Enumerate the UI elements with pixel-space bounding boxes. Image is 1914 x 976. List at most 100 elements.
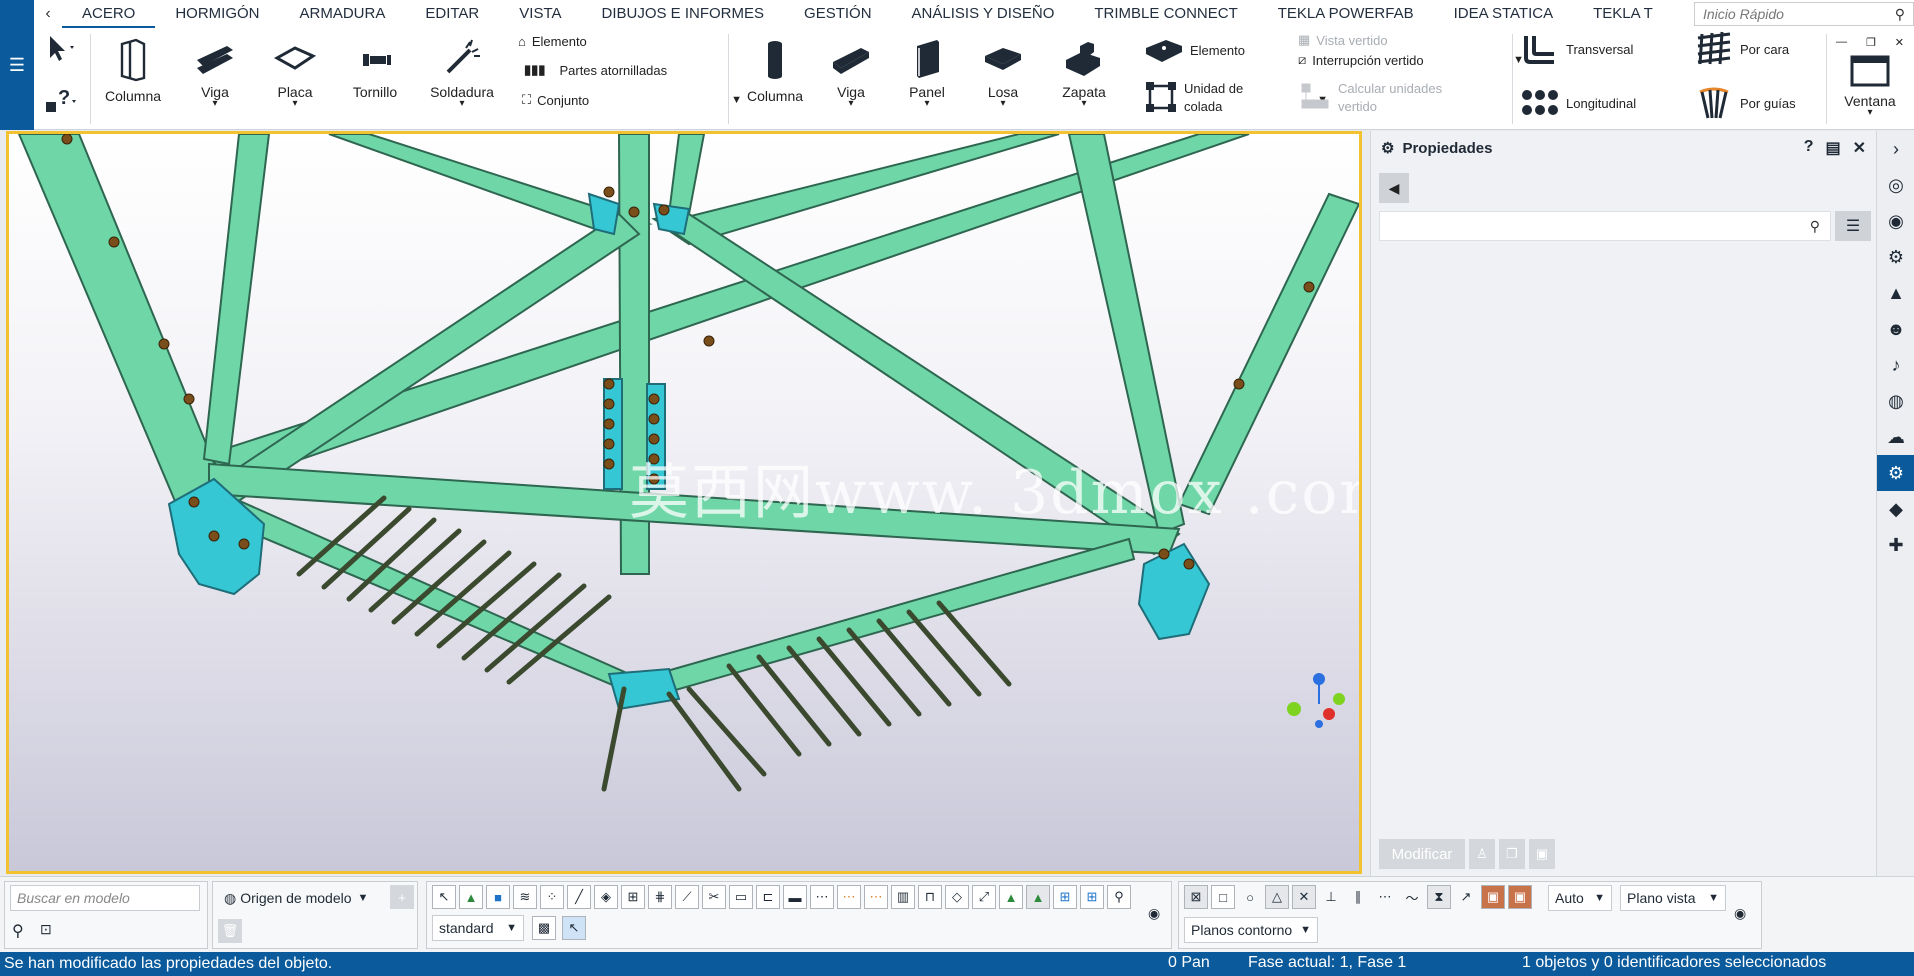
tab-trimble-connect[interactable]: TRIMBLE CONNECT — [1074, 0, 1257, 28]
app-menu-button[interactable]: ☰ — [0, 0, 34, 130]
rebar-by-guides-button[interactable]: Por guías — [1694, 84, 1796, 122]
model-view-3d[interactable]: 莫西网www. 3dmox .com — [6, 131, 1362, 874]
tab-dibujos[interactable]: DIBUJOS E INFORMES — [582, 0, 785, 28]
users-icon[interactable]: ☻ — [1877, 311, 1914, 347]
bolt-button[interactable]: Tornillo — [340, 38, 410, 100]
graduation-cap-icon[interactable]: ▲ — [1877, 275, 1914, 311]
select-green-component-icon[interactable]: ▲ — [1026, 885, 1050, 909]
select-parts-icon[interactable]: ▲ — [459, 885, 483, 909]
window-button[interactable]: — ❐ ✕ Ventana ▾ — [1832, 36, 1908, 118]
snap-orange-point-icon[interactable]: ▣ — [1481, 885, 1505, 909]
snap-circle-icon[interactable]: ○ — [1238, 885, 1262, 909]
snap-intersection-icon[interactable]: ✕ — [1292, 885, 1316, 909]
tab-gestion[interactable]: GESTIÓN — [784, 0, 892, 28]
snap-geometry-icon[interactable]: □ — [1211, 885, 1235, 909]
origin-dropdown[interactable]: ◍ Origen de modelo ▼ — [218, 885, 384, 911]
help-icon[interactable]: ? — [1804, 138, 1814, 158]
select-surface-icon[interactable]: ■ — [486, 885, 510, 909]
back-button[interactable]: ◀ — [1379, 173, 1409, 203]
quick-search-input[interactable]: Inicio Rápido ⚲ — [1694, 2, 1914, 26]
select-tool-button[interactable] — [40, 34, 80, 67]
concrete-column-button[interactable]: Columna — [740, 38, 810, 104]
modify-button[interactable]: Modificar — [1379, 839, 1465, 869]
select-assembly-icon[interactable]: ▥ — [891, 885, 915, 909]
contour-planes-dropdown[interactable]: Planos contorno ▼ — [1184, 917, 1318, 943]
select-blue-grid-icon[interactable]: ⊞ — [1053, 885, 1077, 909]
snap-triangle-icon[interactable]: △ — [1265, 885, 1289, 909]
plate-button[interactable]: Placa ▾ — [260, 38, 330, 109]
select-links-icon[interactable]: ⤢ — [972, 885, 996, 909]
filter-select-icon[interactable]: ↖ — [562, 916, 586, 940]
select-loads-icon[interactable]: ⋯ — [837, 885, 861, 909]
eye-icon[interactable]: ◉ — [1734, 905, 1746, 922]
dock-icon[interactable]: ▤ — [1825, 138, 1840, 158]
select-views-icon[interactable]: ▭ — [729, 885, 753, 909]
concrete-beam-button[interactable]: Viga ▾ — [816, 38, 886, 109]
depth-mode-dropdown[interactable]: Auto ▼ — [1548, 885, 1612, 911]
cloud-icon[interactable]: ☁ — [1877, 419, 1914, 455]
view-plane-dropdown[interactable]: Plano vista ▼ — [1620, 885, 1726, 911]
pour-view-button[interactable]: ▦ Vista vertido — [1298, 32, 1388, 48]
select-layers-icon[interactable]: ◇ — [945, 885, 969, 909]
cube-icon[interactable]: ◆ — [1877, 491, 1914, 527]
close-icon[interactable]: ✕ — [1895, 36, 1904, 49]
tab-acero[interactable]: ACERO — [62, 0, 156, 28]
chevron-left-icon[interactable]: ‹ — [34, 5, 62, 23]
glasses-icon[interactable]: ◎ — [1877, 167, 1914, 203]
selection-filter-dropdown[interactable]: standard ▼ — [432, 915, 524, 941]
transversal-rebar-button[interactable]: Transversal — [1520, 30, 1633, 68]
select-components-icon[interactable]: ◈ — [594, 885, 618, 909]
snap-orange-face-icon[interactable]: ▣ — [1508, 885, 1532, 909]
select-planes-icon[interactable]: ▬ — [783, 885, 807, 909]
tab-tekla-t[interactable]: TEKLA T — [1573, 0, 1673, 28]
pick-button[interactable]: ♙ — [1469, 839, 1495, 869]
add-component-icon[interactable]: ✚ — [1877, 527, 1914, 563]
select-rebar-icon[interactable]: ⟋ — [675, 885, 699, 909]
calculate-pour-units-button[interactable]: Calcular unidades vertido — [1298, 80, 1442, 116]
tab-hormigon[interactable]: HORMIGÓN — [155, 0, 279, 28]
snap-extension-icon[interactable]: ⋯ — [1373, 885, 1397, 909]
rebar-by-face-button[interactable]: Por cara — [1694, 30, 1789, 68]
select-all-icon[interactable]: ↖ — [432, 885, 456, 909]
panel-button[interactable]: Panel ▾ — [892, 38, 962, 109]
tab-analisis[interactable]: ANÁLISIS Y DISEÑO — [892, 0, 1075, 28]
snap-perpendicular-icon[interactable]: ⊥ — [1319, 885, 1343, 909]
delete-origin-button[interactable]: 🗑 — [218, 919, 242, 943]
add-origin-button[interactable]: + — [390, 885, 414, 909]
eye-icon[interactable]: ◉ — [1877, 203, 1914, 239]
slab-button[interactable]: Losa ▾ — [968, 38, 1038, 109]
select-green-part-icon[interactable]: ▲ — [999, 885, 1023, 909]
assembly-button[interactable]: ⛶ Conjunto ▼ — [522, 92, 742, 108]
chevron-right-icon[interactable]: › — [1877, 131, 1914, 167]
eye-icon[interactable]: ◉ — [1148, 905, 1160, 922]
search-icon[interactable]: ⚲ — [12, 921, 24, 941]
filter-checker-icon[interactable]: ▩ — [532, 916, 556, 940]
tab-idea-statica[interactable]: IDEA STATICA — [1434, 0, 1573, 28]
pour-break-button[interactable]: ⧄ Interrupción vertido ▼ — [1298, 52, 1524, 68]
select-blue-objects-icon[interactable]: ⊞ — [1080, 885, 1104, 909]
select-points-icon[interactable]: ⊏ — [756, 885, 780, 909]
model-search-input[interactable]: Buscar en modelo — [10, 885, 200, 911]
properties-gear-icon[interactable]: ⚙ — [1877, 455, 1914, 491]
properties-menu-button[interactable]: ☰ — [1835, 211, 1871, 241]
select-cuts-icon[interactable]: ✂ — [702, 885, 726, 909]
zoom-select-icon[interactable]: ⊡ — [40, 921, 52, 938]
minimize-icon[interactable]: — — [1836, 36, 1847, 49]
properties-search-input[interactable]: ⚲ — [1379, 211, 1831, 241]
steel-beam-button[interactable]: Viga ▾ — [180, 38, 250, 109]
longitudinal-rebar-button[interactable]: Longitudinal — [1520, 86, 1636, 120]
snap-hourglass-icon[interactable]: ⧗ — [1427, 885, 1451, 909]
select-objects-icon[interactable]: ⊓ — [918, 885, 942, 909]
paste-button[interactable]: ▣ — [1529, 839, 1555, 869]
restore-icon[interactable]: ❐ — [1866, 36, 1876, 49]
tab-tekla-powerfab[interactable]: TEKLA POWERFAB — [1258, 0, 1434, 28]
snap-freehand-icon[interactable]: 〜 — [1400, 885, 1424, 909]
snap-line-icon[interactable]: ↗ — [1454, 885, 1478, 909]
globe-icon[interactable]: ◍ — [1877, 383, 1914, 419]
close-icon[interactable]: ✕ — [1853, 138, 1866, 158]
footing-button[interactable]: Zapata ▾ — [1044, 38, 1124, 109]
bell-icon[interactable]: ♪ — [1877, 347, 1914, 383]
tab-vista[interactable]: VISTA — [499, 0, 581, 28]
tab-editar[interactable]: EDITAR — [405, 0, 499, 28]
steel-element-button[interactable]: ⌂ Elemento — [518, 34, 587, 49]
